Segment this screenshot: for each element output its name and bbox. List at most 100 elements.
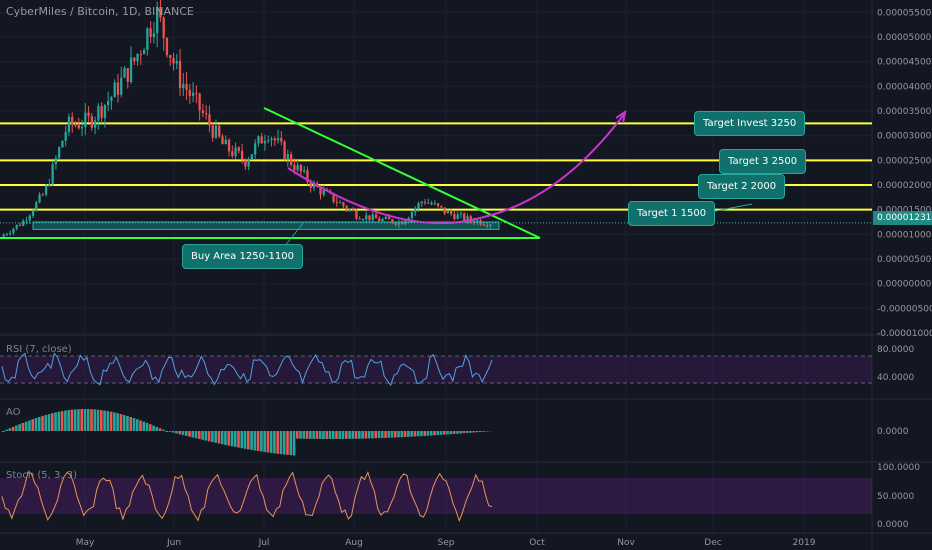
ao-bar <box>51 413 54 431</box>
candle-body <box>414 208 417 213</box>
candle-body <box>5 234 9 236</box>
candle-body <box>244 159 247 167</box>
candle-body <box>41 194 44 196</box>
target-invest-label: Target Invest 3250 <box>694 111 806 136</box>
candle-body <box>142 49 146 55</box>
ao-bar <box>152 425 155 431</box>
ao-bar <box>452 431 456 434</box>
ao-bar <box>423 431 427 436</box>
candle-body <box>87 112 90 117</box>
ao-bar <box>237 431 240 448</box>
candle-body <box>453 213 456 219</box>
candle-body <box>221 136 224 145</box>
ao-bar <box>227 431 231 446</box>
ao-bar <box>83 409 87 431</box>
ao-bar <box>171 431 175 433</box>
candle-body <box>113 82 116 98</box>
ao-bar <box>165 431 168 432</box>
candle-body <box>485 225 489 227</box>
ao-bar <box>116 413 119 431</box>
ao-bar <box>93 409 97 431</box>
candle-body <box>374 214 378 219</box>
ao-bar <box>250 431 253 450</box>
ao-bar <box>439 431 443 435</box>
ao-bar <box>456 431 459 434</box>
chart-root: 0.00005500 0.00005000 0.00004500 0.00004000… <box>0 0 932 550</box>
candle-body <box>58 147 61 159</box>
ao-bar <box>139 420 142 431</box>
ao-bar <box>217 431 221 444</box>
rsi-label: RSI (7, close) <box>6 344 72 355</box>
candle-body <box>381 218 384 222</box>
ao-bar <box>122 414 126 431</box>
ao-bar <box>318 431 322 439</box>
candle-body <box>195 92 198 94</box>
ao-bar <box>413 431 417 437</box>
candle-body <box>126 68 129 82</box>
candle-body <box>450 210 453 214</box>
ao-bar <box>119 414 123 431</box>
candle-body <box>361 219 365 221</box>
ao-bar <box>426 431 430 436</box>
ao-bar <box>351 431 355 439</box>
ao-bar <box>374 431 378 439</box>
ao-bar <box>100 410 103 431</box>
candle-body <box>247 159 250 167</box>
ao-bar <box>390 431 394 438</box>
candle-body <box>430 202 433 205</box>
ao-bar <box>256 431 260 452</box>
ao-bar <box>358 431 361 439</box>
candle-body <box>286 154 289 160</box>
ao-bar <box>260 431 263 452</box>
ao-bar <box>403 431 407 438</box>
ao-bar <box>335 431 338 439</box>
ao-bar <box>348 431 351 439</box>
ao-bar <box>276 431 280 454</box>
ao-bar <box>60 411 64 431</box>
candle-body <box>335 201 338 203</box>
ao-bar <box>145 422 149 431</box>
ao-bar <box>41 415 44 431</box>
projection-arc <box>287 112 626 225</box>
candle-body <box>67 116 71 132</box>
ao-bar <box>299 431 302 439</box>
chart-title: CyberMiles / Bitcoin, 1D, BINANCE <box>6 5 194 18</box>
ao-bar <box>338 431 342 439</box>
ao-bar <box>15 425 18 431</box>
ao-bar <box>273 431 276 454</box>
candle-body <box>276 138 280 141</box>
ao-bar <box>443 431 446 435</box>
time-tick-label: Sep <box>438 538 455 548</box>
ao-bar <box>2 431 5 432</box>
ao-bar <box>263 431 266 453</box>
ao-bar <box>292 431 296 456</box>
candle-body <box>54 158 58 165</box>
ao-bar <box>18 424 21 431</box>
ao-bar <box>211 431 214 443</box>
time-tick-label: May <box>76 538 95 548</box>
time-tick-label: Dec <box>704 538 721 548</box>
candle-body <box>191 92 195 96</box>
ao-bar <box>364 431 368 439</box>
ao-bar <box>28 420 31 431</box>
ao-bar <box>11 426 15 431</box>
candle-body <box>280 138 283 142</box>
ao-bar <box>341 431 345 439</box>
ao-bar <box>387 431 391 438</box>
ao-bar <box>354 431 358 439</box>
price-tick-label: 0.00000500 <box>877 255 932 265</box>
ao-bar <box>5 429 8 431</box>
candle-body <box>231 151 234 156</box>
ao-bar <box>485 431 489 432</box>
ao-bar <box>158 428 162 431</box>
price-tick-label: 0.00002000 <box>877 181 932 191</box>
ao-bar <box>37 416 41 431</box>
candle-body <box>365 215 368 220</box>
candle-body <box>410 212 414 218</box>
ao-bar <box>312 431 315 439</box>
ao-bar <box>207 431 211 442</box>
candle-body <box>463 213 466 221</box>
ao-bar <box>305 431 309 439</box>
ao-bar <box>394 431 397 438</box>
ao-bar <box>44 414 48 431</box>
